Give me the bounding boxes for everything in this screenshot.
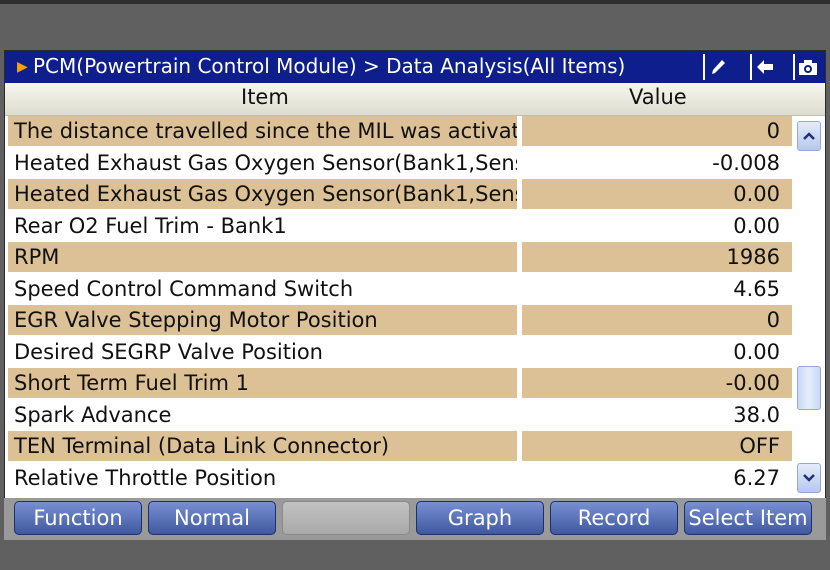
- scroll-down-button[interactable]: [797, 463, 821, 493]
- row-value: 0.00: [522, 179, 792, 209]
- table-row[interactable]: Rear O2 Fuel Trim - Bank1 0.00: [5, 210, 795, 243]
- camera-icon: [799, 60, 817, 75]
- scroll-thumb[interactable]: [797, 366, 821, 410]
- row-item: The distance travelled since the MIL was…: [8, 116, 517, 146]
- table-row[interactable]: Short Term Fuel Trim 1 -0.00: [5, 368, 795, 400]
- row-value: 0.00: [522, 210, 792, 241]
- table-row[interactable]: Heated Exhaust Gas Oxygen Sensor(Bank1,S…: [5, 179, 795, 211]
- table-row[interactable]: Relative Throttle Position 6.27: [5, 462, 795, 495]
- item-column-header: Item: [241, 85, 289, 109]
- title-bar: ▶ PCM(Powertrain Control Module) > Data …: [5, 51, 825, 84]
- title-arrow-icon: ▶: [17, 59, 28, 75]
- row-value: 0: [522, 305, 792, 335]
- data-analysis-window: ▶ PCM(Powertrain Control Module) > Data …: [4, 50, 826, 540]
- page-title: PCM(Powertrain Control Module) > Data An…: [33, 54, 626, 78]
- back-button[interactable]: [750, 54, 778, 80]
- chevron-down-icon: [803, 474, 815, 482]
- row-item: Speed Control Command Switch: [8, 273, 517, 304]
- table-row[interactable]: Heated Exhaust Gas Oxygen Sensor(Bank1,S…: [5, 147, 795, 180]
- data-table: The distance travelled since the MIL was…: [5, 116, 795, 494]
- normal-button[interactable]: Normal: [148, 501, 276, 535]
- row-value: 0.00: [522, 336, 792, 367]
- table-header: Item Value: [5, 83, 825, 116]
- row-value: 38.0: [522, 399, 792, 430]
- row-value: 1986: [522, 242, 792, 272]
- top-strip: [0, 0, 830, 4]
- row-value: -0.00: [522, 368, 792, 398]
- row-item: Heated Exhaust Gas Oxygen Sensor(Bank1,S…: [8, 179, 517, 209]
- row-value: 6.27: [522, 462, 792, 493]
- camera-button[interactable]: [793, 54, 821, 80]
- row-item: Desired SEGRP Valve Position: [8, 336, 517, 367]
- function-button[interactable]: Function: [14, 501, 142, 535]
- graph-button[interactable]: Graph: [416, 501, 544, 535]
- row-value: OFF: [522, 431, 792, 461]
- table-row[interactable]: TEN Terminal (Data Link Connector) OFF: [5, 431, 795, 463]
- row-item: Relative Throttle Position: [8, 462, 517, 493]
- chevron-up-icon: [803, 132, 815, 140]
- row-item: EGR Valve Stepping Motor Position: [8, 305, 517, 335]
- value-column-header: Value: [629, 85, 687, 109]
- row-item: RPM: [8, 242, 517, 272]
- row-item: Heated Exhaust Gas Oxygen Sensor(Bank1,S…: [8, 147, 517, 178]
- empty-button[interactable]: [282, 501, 410, 535]
- row-value: 0: [522, 116, 792, 146]
- select-item-button[interactable]: Select Item: [684, 501, 812, 535]
- table-row[interactable]: EGR Valve Stepping Motor Position 0: [5, 305, 795, 337]
- record-button[interactable]: Record: [550, 501, 678, 535]
- back-arrow-icon: [757, 60, 773, 74]
- pen-icon: [712, 60, 725, 74]
- row-value: 4.65: [522, 273, 792, 304]
- table-row[interactable]: The distance travelled since the MIL was…: [5, 116, 795, 148]
- table-row[interactable]: RPM 1986: [5, 242, 795, 274]
- row-item: TEN Terminal (Data Link Connector): [8, 431, 517, 461]
- table-row[interactable]: Speed Control Command Switch 4.65: [5, 273, 795, 306]
- table-row[interactable]: Spark Advance 38.0: [5, 399, 795, 432]
- scroll-up-button[interactable]: [797, 121, 821, 151]
- edit-button[interactable]: [703, 54, 731, 80]
- row-item: Short Term Fuel Trim 1: [8, 368, 517, 398]
- table-row[interactable]: Desired SEGRP Valve Position 0.00: [5, 336, 795, 369]
- vertical-scrollbar[interactable]: [797, 119, 821, 495]
- row-item: Rear O2 Fuel Trim - Bank1: [8, 210, 517, 241]
- function-bar: Function Normal Graph Record Select Item: [4, 498, 826, 540]
- row-value: -0.008: [522, 147, 792, 178]
- row-item: Spark Advance: [8, 399, 517, 430]
